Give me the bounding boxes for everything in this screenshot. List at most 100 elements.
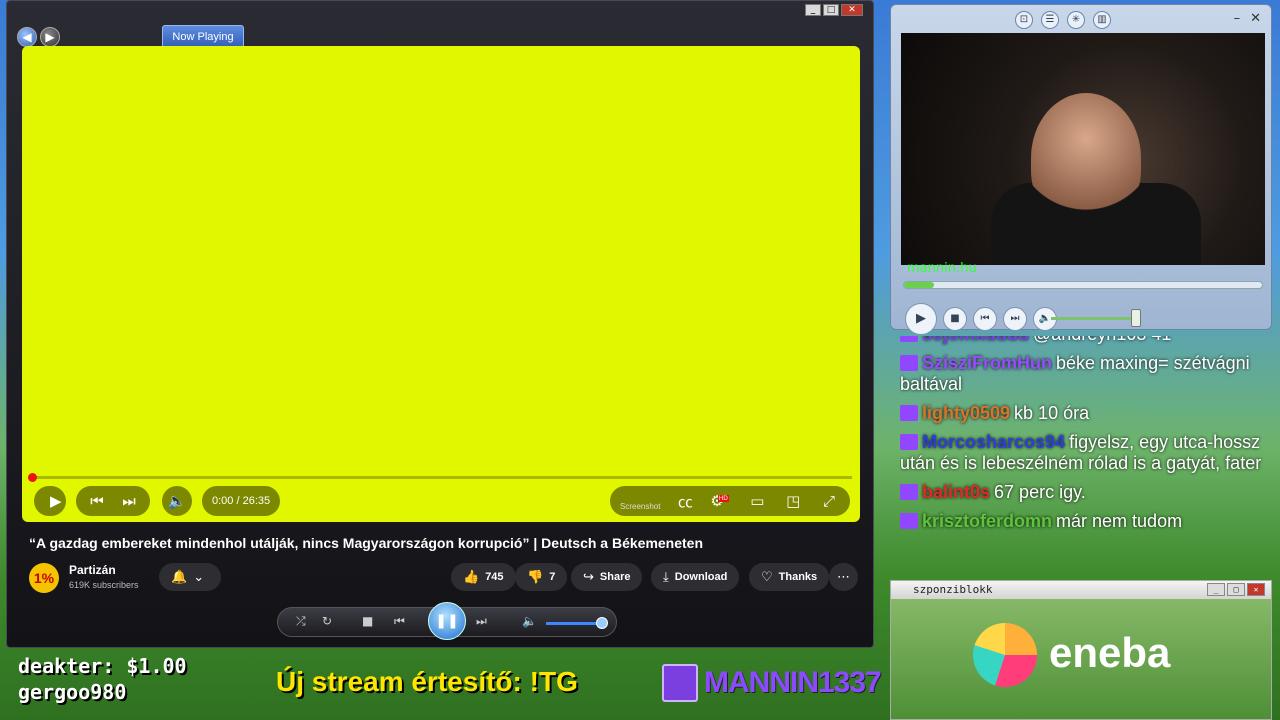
chat-message: balint0s 67 perc igy. <box>900 482 1270 503</box>
webcam-controls: ▶ ■ ⏮ ⏭ 🔈 <box>905 303 1057 335</box>
chat-username[interactable]: SzisziFromHun <box>922 353 1052 373</box>
video-area[interactable]: ▶ ⏮ ⏭ 🔈 0:00 / 26:35 Screenshot ㏄ ⚙HD ▭ … <box>22 46 860 522</box>
time-display: 0:00 / 26:35 <box>202 486 281 516</box>
notifications-button[interactable]: 🔔 ⌄ <box>159 563 221 591</box>
mute-button[interactable]: 🔈 <box>162 486 192 516</box>
volume-handle[interactable] <box>596 617 608 629</box>
arrow-right-icon[interactable]: ▶ <box>40 27 60 47</box>
previous-icon[interactable]: ⏮ <box>394 614 405 629</box>
twitch-icon <box>662 664 698 702</box>
more-icon: ⋯ <box>837 569 850 585</box>
like-count: 745 <box>485 571 504 583</box>
settings-icon[interactable]: ⚙HD <box>710 492 732 510</box>
playlist-icon[interactable]: ☰ <box>1041 11 1059 29</box>
minimize-button[interactable]: _ <box>1207 583 1225 596</box>
shuffle-icon[interactable]: ⤮ <box>296 614 306 629</box>
pause-button[interactable]: ❚❚ <box>428 602 466 640</box>
minimize-button[interactable]: – <box>1234 11 1241 26</box>
close-button[interactable]: ✕ <box>1250 11 1261 26</box>
sponsor-titlebar: szponziblokk _ □ ✕ <box>891 581 1271 599</box>
pause-icon: ❚❚ <box>435 613 459 629</box>
chat-text: már nem tudom <box>1056 511 1183 531</box>
progress-handle[interactable] <box>28 473 37 482</box>
twitch-badge-icon <box>900 355 918 371</box>
next-icon[interactable]: ⏭ <box>118 492 140 510</box>
next-icon[interactable]: ⏭ <box>476 614 487 629</box>
play-icon[interactable]: ▶ <box>905 303 937 335</box>
chat-text: kb 10 óra <box>1014 403 1090 423</box>
share-label: Share <box>599 571 631 583</box>
window-controls: _ □ ✕ <box>805 4 863 16</box>
twitch-badge-icon <box>900 405 918 421</box>
channel-avatar[interactable]: 1% <box>29 563 59 593</box>
maximize-button[interactable]: □ <box>1227 583 1245 596</box>
play-button[interactable]: ▶ <box>34 486 66 516</box>
player-toolbar: ⊡ ☰ ✳ ▥ <box>1015 11 1111 29</box>
previous-icon[interactable]: ⏮ <box>86 492 108 510</box>
captions-icon[interactable]: ㏄ <box>674 491 696 512</box>
thanks-button[interactable]: ♡ Thanks <box>749 563 830 591</box>
channel-name[interactable]: Partizán <box>69 563 116 577</box>
share-icon: ↪ <box>583 569 594 585</box>
progress-bar[interactable] <box>28 473 852 482</box>
volume-handle[interactable] <box>1131 309 1141 327</box>
seek-bar[interactable] <box>903 281 1263 289</box>
chat-message: krisztoferdomn már nem tudom <box>900 511 1270 532</box>
sponsor-window: szponziblokk _ □ ✕ eneba <box>890 580 1272 720</box>
minimize-button[interactable]: _ <box>805 4 821 16</box>
twitch-badge-icon <box>900 434 918 450</box>
library-icon[interactable]: ⊡ <box>1015 11 1033 29</box>
close-button[interactable]: ✕ <box>841 4 863 16</box>
hd-badge: HD <box>717 495 729 502</box>
download-icon: ⤓ <box>663 569 669 585</box>
chat-username[interactable]: sojomxdddd <box>922 336 1029 344</box>
heart-dollar-icon: ♡ <box>761 569 773 585</box>
equalizer-icon[interactable]: ▥ <box>1093 11 1111 29</box>
sponsor-brand: eneba <box>1049 629 1171 676</box>
volume-slider[interactable] <box>1051 317 1135 320</box>
share-button[interactable]: ↪ Share <box>571 563 643 591</box>
dislike-button[interactable]: 👎 7 <box>515 563 568 591</box>
maximize-button[interactable]: □ <box>823 4 839 16</box>
like-button[interactable]: 👍 745 <box>451 563 516 591</box>
streamer-head <box>1031 93 1141 223</box>
stop-icon[interactable]: ■ <box>362 614 373 628</box>
screenshot-label[interactable]: Screenshot <box>620 502 660 511</box>
twitch-badge-icon <box>900 513 918 529</box>
chat-username[interactable]: balint0s <box>922 482 990 502</box>
miniplayer-icon[interactable]: ◳ <box>782 492 804 510</box>
more-button[interactable]: ⋯ <box>829 563 858 591</box>
twitch-badge-icon <box>900 484 918 500</box>
eneba-logo-icon <box>973 623 1037 687</box>
chat-text: 67 perc igy. <box>994 482 1086 502</box>
previous-icon[interactable]: ⏮ <box>973 307 997 331</box>
chat-message: Morcosharcos94 figyelsz, egy utca-hossz u… <box>900 432 1270 474</box>
stop-icon[interactable]: ■ <box>943 307 967 331</box>
close-button[interactable]: ✕ <box>1247 583 1265 596</box>
arrow-left-icon[interactable]: ◀ <box>17 27 37 47</box>
thanks-label: Thanks <box>778 571 818 583</box>
right-controls: Screenshot ㏄ ⚙HD ▭ ◳ ⤢ <box>610 486 850 516</box>
chat-username[interactable]: Morcosharcos94 <box>922 432 1065 452</box>
volume-icon[interactable]: 🔈 <box>522 614 537 628</box>
chat-message: SzisziFromHun béke maxing= szétvágni balt… <box>900 353 1270 395</box>
dislike-count: 7 <box>549 571 556 583</box>
window-controls: _ □ ✕ <box>1207 583 1265 596</box>
chat-panel: sojomxdddd @andreyn103 41 SzisziFromHunbék… <box>900 336 1270 574</box>
visualizer-icon[interactable]: ✳ <box>1067 11 1085 29</box>
twitch-badge-icon <box>900 336 918 342</box>
next-icon[interactable]: ⏭ <box>1003 307 1027 331</box>
webcam-feed <box>901 33 1265 265</box>
download-button[interactable]: ⤓ Download <box>651 563 740 591</box>
chat-username[interactable]: lighty0509 <box>922 403 1010 423</box>
transport-bar: ⤮ ↻ ■ ⏮ ❚❚ ⏭ 🔈 <box>277 602 617 640</box>
chat-message: sojomxdddd @andreyn103 41 <box>900 336 1270 345</box>
fullscreen-icon[interactable]: ⤢ <box>818 492 840 510</box>
theater-icon[interactable]: ▭ <box>746 492 768 510</box>
twitch-name: MANNIN1337 <box>704 666 882 699</box>
repeat-icon[interactable]: ↻ <box>322 614 332 628</box>
seek-fill <box>904 282 934 288</box>
time-readout: 0:00 / 26:35 <box>212 495 271 507</box>
chat-username[interactable]: krisztoferdomn <box>922 511 1052 531</box>
chat-message: lighty0509 kb 10 óra <box>900 403 1270 424</box>
